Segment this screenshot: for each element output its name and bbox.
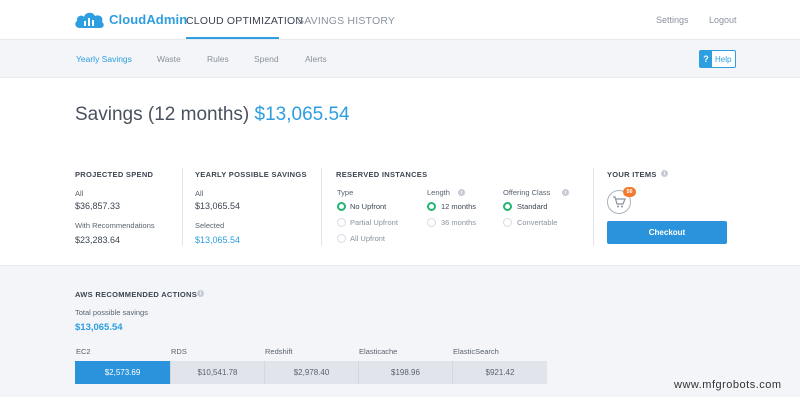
aws-actions-heading: AWS RECOMMENDED ACTIONS — [75, 290, 198, 299]
brand-name: CloudAdmin — [109, 11, 188, 27]
logout-link[interactable]: Logout — [709, 15, 737, 25]
page-title-amount: $13,065.54 — [254, 104, 350, 125]
radio-label: 36 months — [441, 218, 477, 227]
info-icon[interactable]: i — [458, 189, 465, 196]
active-tab-indicator — [186, 37, 279, 39]
service-label-elasticache: Elasticache — [359, 347, 398, 356]
subtab-waste[interactable]: Waste — [157, 54, 181, 64]
length-label: Length — [427, 188, 450, 197]
yearly-savings-heading: YEARLY POSSIBLE SAVINGS — [195, 170, 307, 179]
service-tab-rds[interactable]: $10,541.78 — [170, 361, 264, 384]
divider — [593, 168, 594, 246]
reserved-instances-heading: RESERVED INSTANCES — [336, 170, 428, 179]
watermark: www.mfgrobots.com — [674, 379, 782, 391]
top-navigation: CloudAdmin CLOUD OPTIMIZATION SAVINGS HI… — [0, 0, 800, 40]
page-title: Savings (12 months) $13,065.54 — [75, 104, 350, 126]
service-tab-redshift[interactable]: $2,978.40 — [264, 361, 358, 384]
service-tab-elasticache[interactable]: $198.96 — [358, 361, 452, 384]
cart-count-badge: 56 — [623, 187, 636, 197]
radio-label: Standard — [517, 202, 548, 211]
projected-spend-heading: PROJECTED SPEND — [75, 170, 154, 179]
total-savings-label: Total possible savings — [75, 308, 148, 317]
radio-label: Convertable — [517, 218, 558, 227]
radio-label: 12 months — [441, 202, 477, 211]
radio-label: Partial Upfront — [350, 218, 398, 227]
info-icon[interactable]: i — [562, 189, 569, 196]
yearly-all-value: $13,065.54 — [195, 201, 241, 211]
yearly-selected-label: Selected — [195, 221, 225, 230]
subtab-alerts[interactable]: Alerts — [305, 54, 327, 64]
service-tab-ec2[interactable]: $2,573.69 — [75, 361, 170, 384]
service-savings-bar: $2,573.69 $10,541.78 $2,978.40 $198.96 $… — [75, 361, 547, 384]
sub-navigation: Yearly Savings Waste Rules Spend Alerts … — [0, 40, 800, 78]
page-title-text: Savings (12 months) — [75, 104, 250, 125]
help-label: Help — [715, 54, 732, 64]
radio-standard[interactable] — [503, 202, 512, 211]
radio-no-upfront[interactable] — [337, 202, 346, 211]
projected-all-value: $36,857.33 — [75, 201, 121, 211]
projected-rec-value: $23,283.64 — [75, 235, 121, 245]
radio-36-months[interactable] — [427, 218, 436, 227]
tab-cloud-optimization[interactable]: CLOUD OPTIMIZATION — [186, 15, 303, 27]
radio-12-months[interactable] — [427, 202, 436, 211]
service-label-ec2: EC2 — [76, 347, 91, 356]
service-label-rds: RDS — [171, 347, 187, 356]
tab-savings-history[interactable]: SAVINGS HISTORY — [297, 15, 395, 27]
radio-convertable[interactable] — [503, 218, 512, 227]
divider — [182, 168, 183, 246]
radio-all-upfront[interactable] — [337, 234, 346, 243]
logo[interactable]: CloudAdmin — [74, 9, 187, 29]
checkout-button[interactable]: Checkout — [607, 221, 727, 244]
service-label-redshift: Redshift — [265, 347, 293, 356]
settings-link[interactable]: Settings — [656, 15, 689, 25]
yearly-all-label: All — [195, 189, 204, 198]
radio-label: All Upfront — [350, 234, 386, 243]
help-button[interactable]: ? Help — [699, 50, 736, 68]
your-items-heading: YOUR ITEMS — [607, 170, 657, 179]
offering-class-label: Offering Class — [503, 188, 551, 197]
type-label: Type — [337, 188, 354, 197]
radio-partial-upfront[interactable] — [337, 218, 346, 227]
total-savings-value: $13,065.54 — [75, 322, 123, 333]
radio-label: No Upfront — [350, 202, 387, 211]
cloud-chart-icon — [74, 9, 106, 29]
subtab-rules[interactable]: Rules — [207, 54, 229, 64]
divider — [321, 168, 322, 246]
service-label-elasticsearch: ElasticSearch — [453, 347, 499, 356]
yearly-selected-value: $13,065.54 — [195, 235, 241, 245]
question-icon: ? — [700, 51, 712, 67]
info-icon[interactable]: i — [661, 170, 668, 177]
info-icon[interactable]: i — [197, 290, 204, 297]
projected-rec-label: With Recommendations — [75, 221, 155, 230]
subtab-yearly-savings[interactable]: Yearly Savings — [76, 54, 132, 64]
projected-all-label: All — [75, 189, 84, 198]
subtab-spend[interactable]: Spend — [254, 54, 279, 64]
service-tab-elasticsearch[interactable]: $921.42 — [452, 361, 547, 384]
